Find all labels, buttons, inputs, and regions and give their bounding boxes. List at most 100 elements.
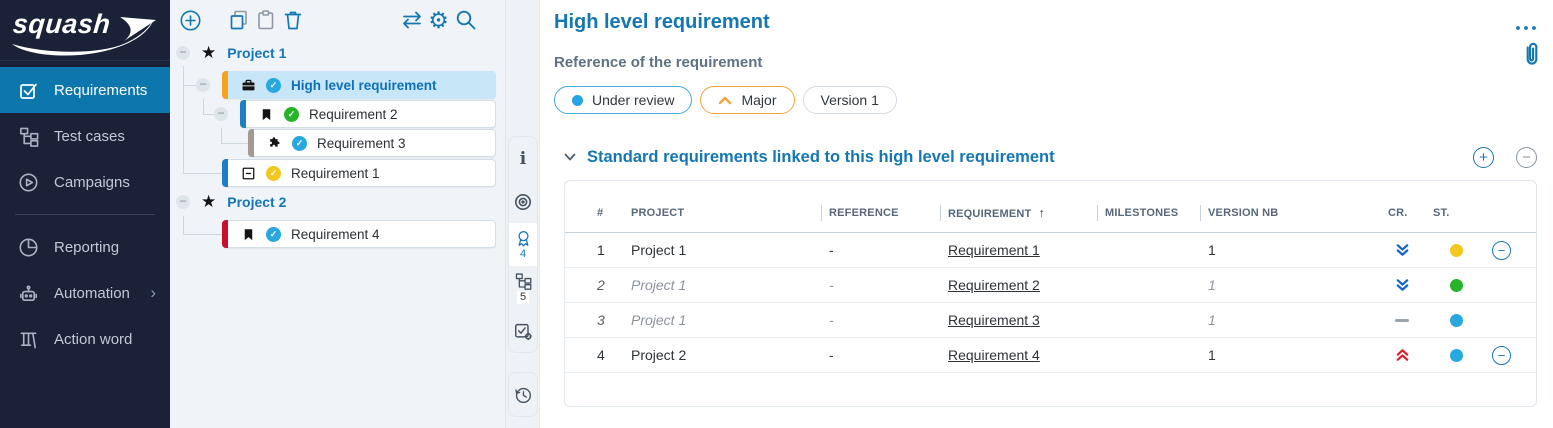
- column-header-requirement[interactable]: REQUIREMENT: [944, 206, 1101, 220]
- sidebar-item-campaigns[interactable]: Campaigns: [0, 159, 170, 205]
- tree-project-1[interactable]: Project 1: [176, 44, 286, 61]
- more-options-icon[interactable]: [1515, 18, 1537, 36]
- nav-label: Campaigns: [54, 174, 130, 191]
- column-header-num[interactable]: #: [565, 207, 627, 219]
- milestone-count: 4: [520, 249, 526, 260]
- requirement-link[interactable]: Requirement 1: [948, 242, 1040, 258]
- section-collapse-chevron-icon[interactable]: [564, 153, 576, 162]
- cell-project: Project 1: [627, 277, 825, 293]
- nav-label: Action word: [54, 331, 132, 348]
- capsule-toolbar: 4 5: [505, 0, 540, 428]
- bookmark-icon: [258, 106, 274, 122]
- status-badge: [1450, 244, 1463, 257]
- tree-node-label: Requirement 4: [291, 227, 380, 242]
- squash-logo[interactable]: squash: [0, 0, 170, 61]
- column-header-criticality[interactable]: CR.: [1384, 207, 1429, 219]
- tree-connector: [183, 66, 184, 173]
- nav-divider: [15, 214, 155, 215]
- column-header-milestones[interactable]: MILESTONES: [1101, 207, 1204, 219]
- collapse-toggle-icon[interactable]: [176, 46, 190, 60]
- tree-connector: [221, 128, 222, 143]
- tree-project-2[interactable]: Project 2: [176, 193, 286, 210]
- collapse-toggle-icon[interactable]: [196, 78, 210, 92]
- tab-history[interactable]: [508, 372, 538, 417]
- square-minus-icon: [240, 165, 256, 181]
- status-pending-icon: [266, 166, 281, 181]
- column-header-reference[interactable]: REFERENCE: [825, 207, 944, 219]
- status-chip[interactable]: Under review: [554, 86, 692, 114]
- tab-dashboard[interactable]: [509, 180, 537, 223]
- main-content: High level requirement Reference of the …: [540, 0, 1553, 428]
- collapse-toggle-icon[interactable]: [214, 107, 228, 121]
- cell-version-nb: 1: [1204, 312, 1384, 328]
- copy-icon[interactable]: [225, 7, 252, 34]
- requirements-checkbox-icon: [17, 79, 39, 101]
- column-header-version-nb[interactable]: VERSION NB: [1204, 207, 1384, 219]
- cell-version-nb: 1: [1204, 347, 1384, 363]
- chip-label: Under review: [592, 92, 674, 108]
- status-badge: [1450, 279, 1463, 292]
- linked-count: 5: [517, 291, 529, 304]
- target-icon: [513, 192, 533, 212]
- row-unlink-button[interactable]: [1492, 346, 1511, 365]
- linked-requirements-table: # PROJECT REFERENCE REQUIREMENT MILESTON…: [564, 180, 1537, 407]
- attachments-paperclip-icon[interactable]: [1519, 40, 1545, 75]
- app-root: squash Requirements Test cases Campaigns: [0, 0, 1553, 428]
- tree-settings-gear-icon[interactable]: [425, 7, 452, 34]
- puzzle-icon: [266, 135, 282, 151]
- category-color-bar: [248, 129, 254, 157]
- sidebar-item-test-cases[interactable]: Test cases: [0, 113, 170, 159]
- table-row: 3 Project 1 - Requirement 3 1: [565, 303, 1536, 338]
- tab-milestones[interactable]: 4: [509, 223, 537, 266]
- cell-version-nb: 1: [1204, 277, 1384, 293]
- paste-icon[interactable]: [252, 7, 279, 34]
- criticality-chip[interactable]: Major: [700, 86, 794, 114]
- sidebar-item-automation[interactable]: Automation: [0, 270, 170, 316]
- briefcase-icon: [240, 77, 256, 93]
- version-chip[interactable]: Version 1: [803, 86, 897, 114]
- column-header-status[interactable]: ST.: [1429, 207, 1473, 219]
- tree-node-requirement-4[interactable]: Requirement 4: [222, 220, 496, 248]
- history-icon: [513, 385, 533, 405]
- tree-node-requirement-1[interactable]: Requirement 1: [222, 159, 496, 187]
- automation-robot-icon: [17, 282, 39, 304]
- search-icon[interactable]: [452, 7, 479, 34]
- category-color-bar: [222, 220, 228, 248]
- requirement-link[interactable]: Requirement 3: [948, 312, 1040, 328]
- tree-node-requirement-3[interactable]: Requirement 3: [248, 129, 496, 157]
- delete-icon[interactable]: [279, 7, 306, 34]
- sidebar: squash Requirements Test cases Campaigns: [0, 0, 170, 428]
- row-number: 3: [565, 312, 627, 328]
- criticality-icon: [1384, 278, 1429, 293]
- transfer-arrows-icon[interactable]: [398, 7, 425, 34]
- column-header-project[interactable]: PROJECT: [627, 207, 825, 219]
- table-row: 1 Project 1 - Requirement 1 1: [565, 233, 1536, 268]
- reference-field-label[interactable]: Reference of the requirement: [554, 54, 762, 71]
- tree-node-requirement-2[interactable]: Requirement 2: [240, 100, 496, 128]
- test-cases-hierarchy-icon: [17, 125, 39, 147]
- cell-project: Project 1: [627, 242, 825, 258]
- sidebar-item-action-word[interactable]: Action word: [0, 316, 170, 362]
- row-unlink-button[interactable]: [1492, 241, 1511, 260]
- cell-project: Project 2: [627, 347, 825, 363]
- sidebar-item-requirements[interactable]: Requirements: [0, 67, 170, 113]
- project-star-icon: [201, 193, 216, 210]
- tab-verification[interactable]: [509, 309, 537, 352]
- sidebar-item-reporting[interactable]: Reporting: [0, 224, 170, 270]
- requirement-attributes: Under review Major Version 1: [554, 86, 897, 114]
- collapse-toggle-icon[interactable]: [176, 195, 190, 209]
- tree-node-label: Requirement 1: [291, 166, 380, 181]
- information-icon: [520, 149, 526, 169]
- new-requirement-button[interactable]: [177, 7, 204, 34]
- tab-information[interactable]: [509, 137, 537, 180]
- tree-connector: [221, 143, 248, 144]
- chip-label: Version 1: [821, 92, 879, 108]
- requirement-link[interactable]: Requirement 2: [948, 277, 1040, 293]
- criticality-icon: [1384, 348, 1429, 363]
- link-requirement-button[interactable]: [1473, 147, 1494, 168]
- status-under-review-icon: [266, 78, 281, 93]
- unlink-requirement-button[interactable]: [1516, 147, 1537, 168]
- tab-linked-items[interactable]: 5: [509, 266, 537, 309]
- tree-node-high-level-requirement[interactable]: High level requirement: [222, 71, 496, 99]
- requirement-link[interactable]: Requirement 4: [948, 347, 1040, 363]
